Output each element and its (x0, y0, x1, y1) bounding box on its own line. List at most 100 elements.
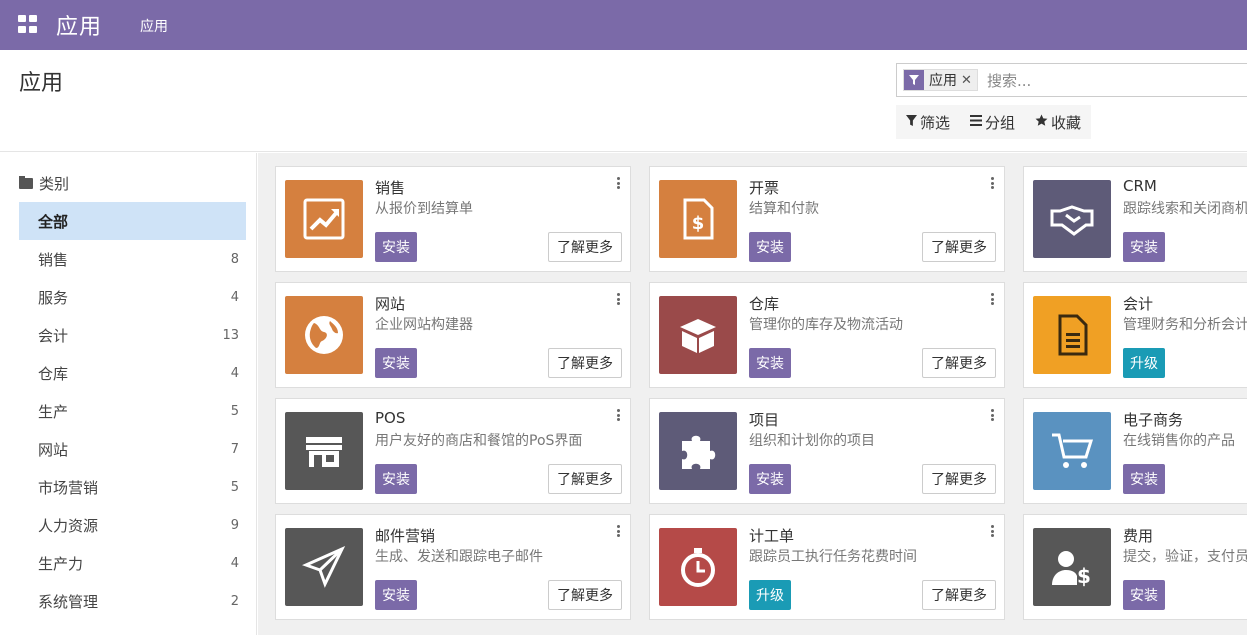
install-button[interactable]: 安装 (375, 232, 417, 262)
category-item-marketing[interactable]: 市场营销 5 (19, 468, 246, 506)
kebab-menu-icon[interactable] (617, 409, 621, 421)
category-count: 2 (230, 593, 239, 609)
app-card[interactable]: $ 开票 结算和付款 安装 了解更多 (649, 166, 1005, 272)
category-count: 7 (230, 441, 239, 457)
upgrade-button[interactable]: 升级 (749, 580, 791, 610)
app-name: 电子商务 (1123, 411, 1184, 429)
kebab-menu-icon[interactable] (991, 177, 995, 189)
menu-apps[interactable]: 应用 (140, 16, 168, 36)
category-item-productivity[interactable]: 生产力 4 (19, 544, 246, 582)
category-item-services[interactable]: 服务 4 (19, 278, 246, 316)
learn-more-button[interactable]: 了解更多 (922, 232, 996, 262)
facet-value: 应用 (929, 73, 957, 89)
top-navbar: 应用 应用 (0, 0, 1247, 50)
app-card[interactable]: 销售 从报价到结算单 安装 了解更多 (275, 166, 631, 272)
puzzle-icon (659, 412, 737, 490)
category-count: 5 (230, 479, 239, 495)
category-label: 会计 (38, 326, 69, 345)
install-button[interactable]: 安装 (375, 464, 417, 494)
folder-icon (19, 176, 33, 189)
star-icon (1035, 114, 1048, 131)
category-item-admin[interactable]: 系统管理 2 (19, 582, 246, 620)
document-icon (1033, 296, 1111, 374)
search-input[interactable] (987, 70, 1237, 92)
box-icon (659, 296, 737, 374)
kebab-menu-icon[interactable] (617, 525, 621, 537)
kebab-menu-icon[interactable] (991, 409, 995, 421)
learn-more-button[interactable]: 了解更多 (922, 464, 996, 494)
install-button[interactable]: 安装 (749, 348, 791, 378)
learn-more-button[interactable]: 了解更多 (922, 348, 996, 378)
app-card[interactable]: 计工单 跟踪员工执行任务花费时间 升级 了解更多 (649, 514, 1005, 620)
learn-more-button[interactable]: 了解更多 (922, 580, 996, 610)
category-item-manufacturing[interactable]: 生产 5 (19, 392, 246, 430)
app-name: POS (375, 409, 406, 427)
groupby-button[interactable]: 分组 (960, 105, 1025, 139)
learn-more-button[interactable]: 了解更多 (548, 348, 622, 378)
install-button[interactable]: 安装 (375, 580, 417, 610)
store-icon (285, 412, 363, 490)
learn-more-button[interactable]: 了解更多 (548, 464, 622, 494)
remove-facet-icon[interactable]: ✕ (961, 73, 977, 88)
category-label: 系统管理 (38, 592, 99, 611)
app-name: 邮件营销 (375, 527, 436, 545)
app-card[interactable]: CRM跟踪线索和关闭商机安装了解更多 (1023, 166, 1247, 272)
app-card[interactable]: POS 用户友好的商店和餐馆的PoS界面安装 了解更多 (275, 398, 631, 504)
category-heading: 类别 (19, 173, 69, 194)
category-count: 13 (222, 327, 239, 343)
upgrade-button[interactable]: 升级 (1123, 348, 1165, 378)
category-label: 市场营销 (38, 478, 99, 497)
app-card[interactable]: 仓库 管理你的库存及物流活动 安装 了解更多 (649, 282, 1005, 388)
app-card[interactable]: 电子商务 在线销售你的产品 安装 (1023, 398, 1247, 504)
cart-icon (1033, 412, 1111, 490)
page-title: 应用 (19, 71, 64, 96)
filter-button[interactable]: 筛选 (896, 105, 960, 139)
learn-more-button[interactable]: 了解更多 (548, 580, 622, 610)
install-button[interactable]: 安装 (749, 232, 791, 262)
kebab-menu-icon[interactable] (617, 177, 621, 189)
svg-text:$: $ (1077, 564, 1091, 588)
category-label: 生产力 (38, 554, 84, 573)
app-card[interactable]: 邮件营销生成、发送和跟踪电子邮件安装 了解更多 (275, 514, 631, 620)
install-button[interactable]: 安装 (749, 464, 791, 494)
app-name: 网站 (375, 295, 406, 313)
app-card[interactable]: $ 费用提交，验证，支付员工费用安装 (1023, 514, 1247, 620)
app-description: 生成、发送和跟踪电子邮件 (375, 549, 543, 565)
category-item-sales[interactable]: 销售 8 (19, 240, 246, 278)
category-item-accounting[interactable]: 会计 13 (19, 316, 246, 354)
learn-more-button[interactable]: 了解更多 (548, 232, 622, 262)
paper-plane-icon (285, 528, 363, 606)
install-button[interactable]: 安装 (1123, 232, 1165, 262)
user-dollar-icon: $ (1033, 528, 1111, 606)
category-count: 4 (230, 555, 239, 571)
app-card[interactable]: 项目 组织和计划你的项目 安装 了解更多 (649, 398, 1005, 504)
kebab-menu-icon[interactable] (991, 293, 995, 305)
category-label: 服务 (38, 288, 69, 307)
install-button[interactable]: 安装 (1123, 580, 1165, 610)
filter-icon (904, 70, 924, 90)
category-item-website[interactable]: 网站 7 (19, 430, 246, 468)
kebab-menu-icon[interactable] (991, 525, 995, 537)
category-label: 网站 (38, 440, 69, 459)
category-count: 5 (230, 403, 239, 419)
install-button[interactable]: 安装 (1123, 464, 1165, 494)
app-description: 用户友好的商店和餐馆的PoS界面 (375, 433, 583, 449)
category-item-warehouse[interactable]: 仓库 4 (19, 354, 246, 392)
category-label: 人力资源 (38, 516, 99, 535)
category-item-hr[interactable]: 人力资源 9 (19, 506, 246, 544)
groupby-label: 分组 (985, 113, 1016, 132)
install-button[interactable]: 安装 (375, 348, 417, 378)
category-item-all[interactable]: 全部 (19, 202, 246, 240)
app-card[interactable]: 会计 管理财务和分析会计 升级 (1023, 282, 1247, 388)
app-card[interactable]: 网站 企业网站构建器 安装 了解更多 (275, 282, 631, 388)
search-box[interactable]: 应用 ✕ (896, 63, 1247, 97)
kebab-menu-icon[interactable] (617, 293, 621, 305)
category-label: 全部 (38, 212, 69, 231)
filter-icon (906, 114, 917, 130)
svg-text:$: $ (692, 213, 705, 234)
app-name: 仓库 (749, 295, 780, 313)
app-brand[interactable]: 应用 (56, 9, 102, 41)
apps-grid-icon[interactable] (18, 15, 38, 33)
favorites-button[interactable]: 收藏 (1025, 105, 1091, 139)
app-description: 结算和付款 (749, 201, 819, 217)
